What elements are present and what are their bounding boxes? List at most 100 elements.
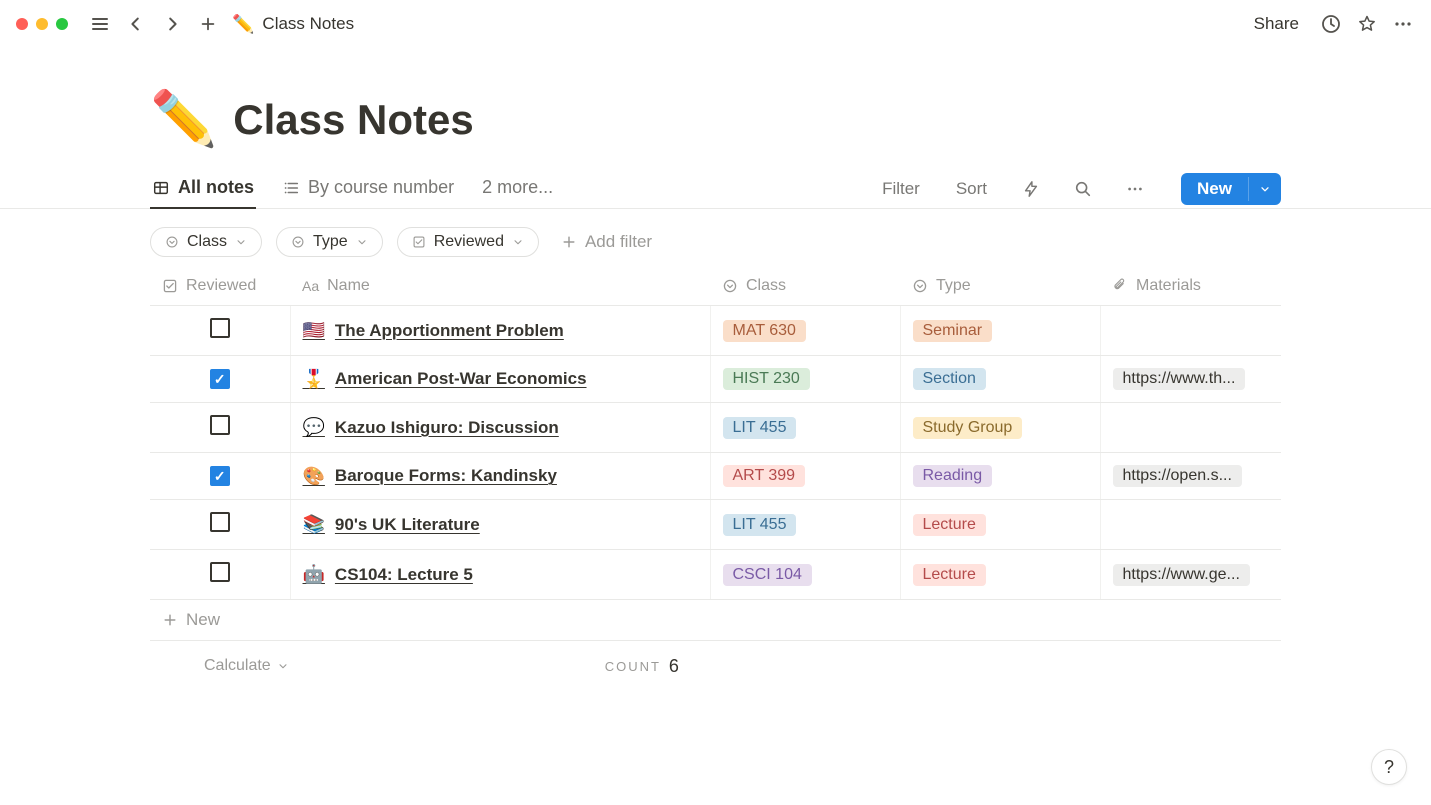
filter-button[interactable]: Filter	[876, 175, 926, 203]
row-emoji-icon: 💬	[303, 417, 325, 438]
table-row[interactable]: 🎖️ American Post-War Economics HIST 230 Sec…	[150, 356, 1281, 403]
name-cell[interactable]: 🇺🇸 The Apportionment Problem	[303, 320, 698, 341]
tab-icon	[152, 179, 170, 197]
pill-label: Class	[187, 233, 227, 251]
row-name: Baroque Forms: Kandinsky	[335, 466, 557, 486]
view-tab-1[interactable]: By course number	[280, 169, 456, 208]
calculate-button[interactable]: Calculate	[198, 655, 295, 677]
name-cell[interactable]: 💬Kazuo Ishiguro: Discussion	[303, 417, 698, 438]
favorite-icon[interactable]	[1355, 12, 1379, 36]
row-name: 90's UK Literature	[335, 515, 480, 535]
search-icon[interactable]	[1069, 175, 1097, 203]
row-emoji-icon: 🎨	[303, 466, 325, 487]
pill-label: Type	[313, 233, 348, 251]
reviewed-checkbox[interactable]	[210, 562, 230, 582]
view-tab-2[interactable]: 2 more...	[480, 169, 555, 208]
minimize-window-icon[interactable]	[36, 18, 48, 30]
page-header: ✏️ Class Notes	[0, 48, 1431, 161]
row-name: The Apportionment Problem	[335, 321, 564, 341]
chevron-down-icon	[512, 236, 524, 248]
class-tag[interactable]: CSCI 104	[723, 564, 812, 586]
page-icon[interactable]: ✏️	[150, 88, 217, 151]
type-tag[interactable]: Study Group	[913, 417, 1023, 439]
pill-type-icon	[165, 235, 179, 249]
breadcrumb[interactable]: ✏️ Class Notes	[232, 14, 354, 35]
reviewed-checkbox[interactable]	[210, 466, 230, 486]
add-filter-button[interactable]: Add filter	[553, 227, 660, 257]
name-cell[interactable]: 🎖️ American Post-War Economics	[303, 369, 698, 390]
count-display: COUNT 6	[605, 656, 679, 677]
row-name: CS104: Lecture 5	[335, 565, 473, 585]
filter-pill-reviewed[interactable]: Reviewed	[397, 227, 539, 257]
sort-button[interactable]: Sort	[950, 175, 993, 203]
pill-type-icon	[291, 235, 305, 249]
new-dropdown-icon[interactable]	[1248, 177, 1281, 201]
automations-icon[interactable]	[1017, 175, 1045, 203]
column-header-materials[interactable]: Materials	[1100, 267, 1281, 306]
filter-pill-type[interactable]: Type	[276, 227, 383, 257]
new-tab-icon[interactable]	[196, 12, 220, 36]
name-cell[interactable]: 🎨 Baroque Forms: Kandinsky	[303, 466, 698, 487]
pill-label: Reviewed	[434, 233, 504, 251]
back-icon[interactable]	[124, 12, 148, 36]
class-tag[interactable]: MAT 630	[723, 320, 806, 342]
close-window-icon[interactable]	[16, 18, 28, 30]
updates-icon[interactable]	[1319, 12, 1343, 36]
view-tab-0[interactable]: All notes	[150, 169, 256, 208]
name-cell[interactable]: 🤖 CS104: Lecture 5	[303, 564, 698, 585]
row-emoji-icon: 🎖️	[303, 369, 325, 390]
class-tag[interactable]: LIT 455	[723, 417, 797, 439]
add-filter-label: Add filter	[585, 232, 652, 252]
table-row[interactable]: 💬Kazuo Ishiguro: Discussion LIT 455 Study …	[150, 403, 1281, 453]
type-tag[interactable]: Reading	[913, 465, 993, 487]
forward-icon[interactable]	[160, 12, 184, 36]
materials-link[interactable]: https://open.s...	[1113, 465, 1242, 487]
table-row[interactable]: 🤖 CS104: Lecture 5 CSCI 104 Lecture https://…	[150, 550, 1281, 600]
materials-link[interactable]: https://www.th...	[1113, 368, 1246, 390]
reviewed-checkbox[interactable]	[210, 318, 230, 338]
chevron-down-icon	[235, 236, 247, 248]
type-tag[interactable]: Lecture	[913, 514, 986, 536]
name-cell[interactable]: 📚90's UK Literature	[303, 514, 698, 535]
table-row[interactable]: 🎨 Baroque Forms: Kandinsky ART 399 Reading h…	[150, 453, 1281, 500]
type-tag[interactable]: Lecture	[913, 564, 986, 586]
topbar: ✏️ Class Notes Share	[0, 0, 1431, 48]
help-button[interactable]: ?	[1371, 749, 1407, 785]
type-tag[interactable]: Seminar	[913, 320, 993, 342]
reviewed-checkbox[interactable]	[210, 369, 230, 389]
chevron-down-icon	[356, 236, 368, 248]
column-header-type[interactable]: Type	[900, 267, 1100, 306]
tab-label: All notes	[178, 177, 254, 198]
class-tag[interactable]: ART 399	[723, 465, 806, 487]
row-name: American Post-War Economics	[335, 369, 587, 389]
tab-label: 2 more...	[482, 177, 553, 198]
materials-link[interactable]: https://www.ge...	[1113, 564, 1250, 586]
window-controls	[16, 18, 68, 30]
new-row-button[interactable]: New	[150, 600, 1281, 641]
column-header-name[interactable]: Aa Name	[290, 267, 710, 306]
class-tag[interactable]: HIST 230	[723, 368, 810, 390]
table-row[interactable]: 📚90's UK Literature LIT 455 Lecture	[150, 500, 1281, 550]
filter-pill-class[interactable]: Class	[150, 227, 262, 257]
row-emoji-icon: 🇺🇸	[303, 320, 325, 341]
filters-row: Class Type Reviewed Add filter	[0, 209, 1431, 267]
class-tag[interactable]: LIT 455	[723, 514, 797, 536]
pill-type-icon	[412, 235, 426, 249]
row-emoji-icon: 🤖	[303, 564, 325, 585]
page-title[interactable]: Class Notes	[233, 96, 473, 144]
share-button[interactable]: Share	[1246, 10, 1307, 38]
table-row[interactable]: 🇺🇸 The Apportionment Problem MAT 630 Semina…	[150, 306, 1281, 356]
database-table: Reviewed Aa Name Class	[0, 267, 1431, 691]
column-header-class[interactable]: Class	[710, 267, 900, 306]
maximize-window-icon[interactable]	[56, 18, 68, 30]
new-button-group: New	[1181, 173, 1281, 205]
more-icon[interactable]	[1391, 12, 1415, 36]
reviewed-checkbox[interactable]	[210, 512, 230, 532]
view-more-icon[interactable]	[1121, 175, 1149, 203]
type-tag[interactable]: Section	[913, 368, 986, 390]
column-header-reviewed[interactable]: Reviewed	[150, 267, 290, 306]
tab-icon	[282, 179, 300, 197]
menu-icon[interactable]	[88, 12, 112, 36]
new-button[interactable]: New	[1181, 173, 1248, 205]
reviewed-checkbox[interactable]	[210, 415, 230, 435]
